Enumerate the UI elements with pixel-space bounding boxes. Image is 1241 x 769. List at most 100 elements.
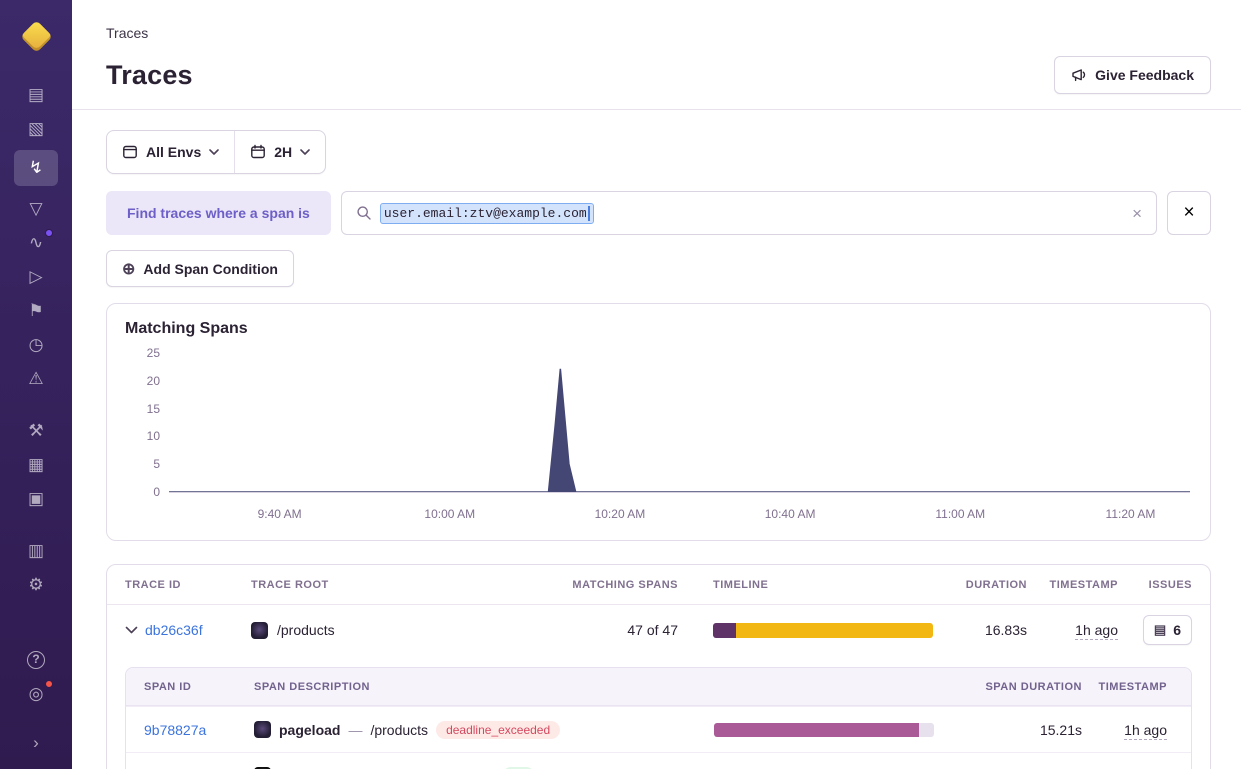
chart-plot-svg xyxy=(169,352,1190,492)
trace-duration: 16.83s xyxy=(933,622,1027,638)
span-status-badge: deadline_exceeded xyxy=(436,721,560,739)
separator: — xyxy=(348,722,362,738)
chart: 2520151050 xyxy=(125,352,1190,499)
sidebar-nav: ▤ ▧ ↯ ▽ ∿ ▷ ⚑◷ ⚠ ⚒ ▦ ▣ ▥ ⚙ xyxy=(0,77,72,601)
col-timeline: TIMELINE xyxy=(713,579,933,591)
issues-count-button[interactable]: ▤ 6 xyxy=(1143,615,1192,645)
sidebar-item-explore[interactable]: ↯ xyxy=(14,150,58,186)
add-span-condition-button[interactable]: ⊕ Add Span Condition xyxy=(106,250,294,287)
sidebar-item-feedback[interactable]: ▽ xyxy=(14,192,58,225)
span-row: 9b78827a pageload — /products deadline_e… xyxy=(126,706,1191,752)
span-description: /products xyxy=(370,722,428,738)
col-matching-spans: MATCHING SPANS xyxy=(543,579,678,591)
chart-y-tick: 15 xyxy=(147,402,160,416)
projects-icon: ▧ xyxy=(28,119,44,139)
trace-row: db26c36f /products 47 of 47 16.83s 1h ag… xyxy=(107,605,1210,655)
chart-x-tick: 9:40 AM xyxy=(258,507,302,521)
title-row: Traces Give Feedback xyxy=(106,56,1211,94)
settings-icon: ⚙ xyxy=(28,575,43,595)
col-issues: ISSUES xyxy=(1118,579,1210,591)
search-query-token[interactable]: user.email:ztv@example.com xyxy=(381,204,593,223)
span-search-input[interactable]: user.email:ztv@example.com × xyxy=(341,191,1157,235)
chart-title: Matching Spans xyxy=(125,320,1190,338)
sidebar-item-help[interactable]: ? xyxy=(14,643,58,676)
trace-timeline-bar[interactable] xyxy=(713,623,933,638)
give-feedback-button[interactable]: Give Feedback xyxy=(1054,56,1211,94)
span-id-link[interactable]: 9b78827a xyxy=(144,722,206,738)
trace-root-label: /products xyxy=(277,622,335,638)
sidebar-item-replays[interactable]: ▷ xyxy=(14,260,58,293)
project-icon xyxy=(251,622,268,639)
notification-dot xyxy=(45,229,53,237)
sidebar-item-dashboards[interactable]: ▦ xyxy=(14,448,58,481)
close-search-button[interactable]: × xyxy=(1167,191,1211,235)
sidebar-item-alerts[interactable]: ⚠ xyxy=(14,362,58,395)
alerts-icon: ⚠ xyxy=(28,369,43,389)
page-title: Traces xyxy=(106,60,193,91)
col-trace-id: TRACE ID xyxy=(107,579,233,591)
app-root: ▤ ▧ ↯ ▽ ∿ ▷ ⚑◷ ⚠ ⚒ ▦ ▣ ▥ ⚙ ?◎ › Traces Traces Give Fe… xyxy=(0,0,1241,769)
sidebar-item-toolbox[interactable]: ⚒ xyxy=(14,414,58,447)
date-range-filter[interactable]: 2H xyxy=(234,131,325,173)
calendar-icon xyxy=(250,144,266,160)
issues-count: 6 xyxy=(1173,622,1181,638)
span-search-row: Find traces where a span is user.email:z… xyxy=(106,191,1211,235)
trace-table-header: TRACE ID TRACE ROOT MATCHING SPANS TIMEL… xyxy=(107,565,1210,605)
col-trace-root: TRACE ROOT xyxy=(233,579,543,591)
col-span-description: SPAN DESCRIPTION xyxy=(236,681,714,693)
project-icon xyxy=(254,721,271,738)
briefcase-icon: ▣ xyxy=(28,489,44,509)
toolbox-icon: ⚒ xyxy=(28,421,43,441)
sidebar-item-insights[interactable]: ∿ xyxy=(14,226,58,259)
sidebar-item-settings[interactable]: ⚙ xyxy=(14,568,58,601)
sidebar: ▤ ▧ ↯ ▽ ∿ ▷ ⚑◷ ⚠ ⚒ ▦ ▣ ▥ ⚙ ?◎ › xyxy=(0,0,72,769)
chart-y-tick: 25 xyxy=(147,346,160,360)
trace-timestamp[interactable]: 1h ago xyxy=(1075,622,1118,640)
insights-icon: ∿ xyxy=(29,233,43,253)
filter-bar: All Envs 2H xyxy=(106,130,326,174)
sidebar-item-crons[interactable]: ◷ xyxy=(14,328,58,361)
add-span-condition-label: Add Span Condition xyxy=(143,261,278,277)
span-table-header: SPAN ID SPAN DESCRIPTION SPAN DURATION T… xyxy=(126,668,1191,706)
timeline-segment xyxy=(713,623,736,638)
matching-spans-card: Matching Spans 2520151050 9:40 AM10:00 A… xyxy=(106,303,1211,541)
main-content: Traces Traces Give Feedback All Envs xyxy=(72,0,1241,769)
chart-x-tick: 10:20 AM xyxy=(595,507,646,521)
trace-id-link[interactable]: db26c36f xyxy=(145,622,203,638)
breadcrumb[interactable]: Traces xyxy=(106,25,1211,41)
chart-x-axis: 9:40 AM10:00 AM10:20 AM10:40 AM11:00 AM1… xyxy=(169,499,1190,523)
span-op: pageload xyxy=(279,722,340,738)
chevron-down-icon xyxy=(209,149,219,155)
chart-plot[interactable] xyxy=(169,352,1190,493)
sidebar-item-stats[interactable]: ▥ xyxy=(14,534,58,567)
sidebar-item-releases[interactable]: ⚑ xyxy=(14,294,58,327)
sidebar-item-broadcast[interactable]: ◎ xyxy=(14,677,58,710)
chart-y-tick: 10 xyxy=(147,429,160,443)
date-range-label: 2H xyxy=(274,144,292,160)
sidebar-item-projects[interactable]: ▧ xyxy=(14,112,58,145)
sidebar-item-briefcase[interactable]: ▣ xyxy=(14,482,58,515)
timeline-segment xyxy=(714,723,919,737)
issues-icon: ▤ xyxy=(1154,622,1166,638)
collapse-icon: › xyxy=(33,733,39,753)
span-timeline-bar[interactable] xyxy=(714,723,934,737)
megaphone-icon xyxy=(1071,67,1087,83)
matching-spans-value: 47 of 47 xyxy=(543,622,678,638)
span-timestamp[interactable]: 1h ago xyxy=(1124,722,1167,740)
span-condition-chip: Find traces where a span is xyxy=(106,191,331,235)
sidebar-item-collapse[interactable]: › xyxy=(14,726,58,759)
text-caret xyxy=(588,206,590,221)
environment-filter[interactable]: All Envs xyxy=(107,131,234,173)
collapse-row-icon[interactable] xyxy=(125,626,138,634)
chart-y-axis: 2520151050 xyxy=(125,346,169,499)
chart-x-tick: 11:20 AM xyxy=(1106,507,1156,521)
col-duration: DURATION xyxy=(933,579,1027,591)
trace-table: TRACE ID TRACE ROOT MATCHING SPANS TIMEL… xyxy=(106,564,1211,769)
timeline-segment xyxy=(736,623,933,638)
clear-search-icon[interactable]: × xyxy=(1132,205,1142,222)
span-row: b7a7e441 http.server — GET /organization… xyxy=(126,752,1191,769)
sidebar-item-issues[interactable]: ▤ xyxy=(14,78,58,111)
replays-icon: ▷ xyxy=(29,267,42,287)
stats-icon: ▥ xyxy=(28,541,44,561)
sentry-logo[interactable] xyxy=(18,19,54,55)
